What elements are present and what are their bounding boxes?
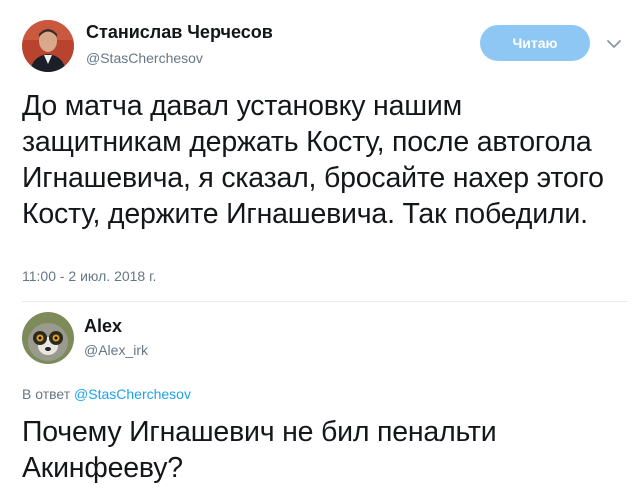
reply-author-handle[interactable]: @Alex_irk (84, 342, 148, 358)
tweet-text: До матча давал установку нашим защитника… (22, 90, 604, 230)
divider (22, 301, 628, 302)
following-button[interactable]: Читаю (480, 25, 590, 61)
reply-prefix: В ответ (22, 386, 71, 402)
chevron-down-icon[interactable] (604, 34, 624, 54)
reply-avatar[interactable] (22, 312, 74, 364)
author-name[interactable]: Станислав Черчесов (86, 22, 273, 43)
reply-context: В ответ @StasCherchesov (22, 386, 191, 402)
reply-to-link[interactable]: @StasCherchesov (74, 386, 191, 402)
reply-author-name[interactable]: Alex (84, 316, 122, 337)
tweet-timestamp[interactable]: 11:00 - 2 июл. 2018 г. (22, 268, 156, 284)
author-avatar[interactable] (22, 20, 74, 72)
reply-text: Почему Игнашевич не бил пенальти Акинфее… (22, 416, 497, 484)
author-handle[interactable]: @StasCherchesov (86, 50, 203, 66)
